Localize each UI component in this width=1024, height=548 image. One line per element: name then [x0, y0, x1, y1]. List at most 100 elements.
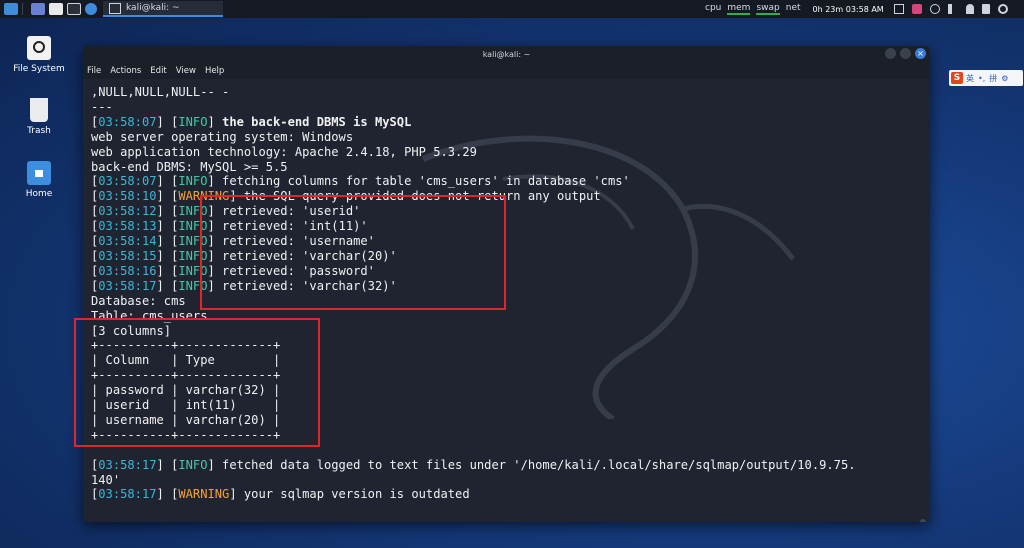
terminal-line: [03:58:17] [INFO] fetched data logged to…: [91, 458, 856, 473]
terminal-text-segment: 03:58:13: [98, 219, 157, 234]
terminal-text-segment: 140': [91, 472, 121, 487]
menu-help[interactable]: Help: [205, 66, 224, 76]
terminal-text-segment: ] [: [156, 248, 179, 263]
terminal-text-segment: Database: cms: [91, 293, 186, 308]
terminal-text-segment: 03:58:17: [98, 457, 157, 472]
power-icon[interactable]: [997, 4, 1008, 14]
terminal-text-segment: ] [: [156, 174, 179, 189]
maximize-button[interactable]: [900, 48, 911, 59]
desktop-icon-file-system[interactable]: File System: [9, 36, 69, 74]
terminal-text-segment: 03:58:17: [98, 487, 157, 502]
terminal-text-segment: ] [: [156, 278, 179, 293]
menu-file[interactable]: File: [87, 66, 101, 76]
ime-pinyin[interactable]: 拼: [989, 73, 997, 84]
drive-icon: [27, 36, 51, 60]
file-manager-icon[interactable]: [49, 3, 63, 15]
ime-settings-icon[interactable]: ⚙: [1001, 74, 1008, 83]
window-title: kali@kali: ~: [482, 49, 531, 59]
desktop-icon-home[interactable]: Home: [9, 161, 69, 199]
sogou-logo-icon: S: [951, 72, 963, 84]
terminal-text-segment: ] fetching columns for table 'cms_users'…: [207, 174, 630, 189]
terminal-text-segment: ]: [207, 114, 223, 129]
terminal-text-segment: ,NULL,NULL,NULL-- -: [91, 85, 230, 99]
close-button[interactable]: ×: [915, 48, 926, 59]
ime-language[interactable]: 英: [966, 73, 974, 84]
taskbar-terminal-task[interactable]: kali@kali: ~: [103, 1, 223, 17]
window-controls: ×: [881, 48, 926, 59]
desktop-icon-label: Home: [25, 189, 53, 199]
desktop-switch-icon[interactable]: [31, 3, 45, 15]
menu-bar: File Actions Edit View Help: [83, 62, 930, 79]
terminal-text-segment: ] [: [156, 263, 179, 278]
scrollbar-thumb[interactable]: [920, 519, 926, 522]
terminal-text-segment: 03:58:10: [98, 189, 157, 204]
terminal-text-segment: ---: [91, 99, 113, 114]
lock-icon[interactable]: [981, 4, 990, 14]
net-monitor[interactable]: net: [786, 3, 801, 15]
terminal-line: web server operating system: Windows: [91, 130, 856, 145]
browser-launcher-icon[interactable]: [85, 3, 97, 15]
window-titlebar[interactable]: kali@kali: ~ ×: [83, 46, 930, 62]
terminal-line: 140': [91, 473, 856, 488]
terminal-text-segment: 03:58:12: [98, 204, 157, 219]
terminal-line: [03:58:07] [INFO] fetching columns for t…: [91, 174, 856, 189]
highlight-box-columns-table: [74, 318, 320, 447]
terminal-line: ,NULL,NULL,NULL-- -: [91, 85, 856, 100]
terminal-line: back-end DBMS: MySQL >= 5.5: [91, 160, 856, 175]
kali-menu-icon[interactable]: [4, 3, 18, 15]
terminal-text-segment: WARNING: [178, 487, 230, 502]
terminal-text-segment: ] fetched data logged to text files unde…: [207, 457, 856, 472]
terminal-icon: [109, 2, 121, 14]
system-monitors: cpu mem swap net 0h 23m 03:58 AM: [705, 0, 1012, 18]
terminal-text-segment: 03:58:15: [98, 248, 157, 263]
clock[interactable]: 0h 23m 03:58 AM: [813, 5, 884, 14]
app-tray-icon[interactable]: [911, 4, 922, 14]
cpu-monitor[interactable]: cpu: [705, 3, 721, 15]
terminal-line: [03:58:17] [WARNING] your sqlmap version…: [91, 487, 856, 502]
terminal-text-segment: the back-end DBMS is MySQL: [222, 114, 412, 129]
menu-view[interactable]: View: [176, 66, 196, 76]
notifications-icon[interactable]: [965, 4, 974, 14]
volume-icon[interactable]: [947, 4, 958, 14]
terminal-text-segment: 03:58:07: [98, 114, 157, 129]
home-folder-icon: [27, 161, 51, 185]
terminal-text-segment: ] [: [156, 204, 179, 219]
task-title: kali@kali: ~: [126, 3, 180, 13]
terminal-text-segment: 03:58:16: [98, 263, 157, 278]
trash-icon: [30, 98, 48, 122]
terminal-text-segment: INFO: [178, 114, 208, 129]
terminal-line: ---: [91, 100, 856, 115]
terminal-text-segment: ] [: [156, 189, 179, 204]
terminal-launcher-icon[interactable]: [67, 3, 81, 15]
menu-edit[interactable]: Edit: [150, 66, 166, 76]
terminal-text-segment: ] [: [156, 234, 179, 249]
terminal-text-segment: 03:58:17: [98, 278, 157, 293]
highlight-box-retrieved: [200, 195, 506, 310]
menu-actions[interactable]: Actions: [110, 66, 141, 76]
screen-icon[interactable]: [893, 4, 904, 14]
terminal-text-segment: INFO: [178, 174, 208, 189]
terminal-line: web application technology: Apache 2.4.1…: [91, 145, 856, 160]
terminal-text-segment: INFO: [178, 457, 208, 472]
terminal-text-segment: ] [: [156, 457, 179, 472]
terminal-text-segment: ] [: [156, 219, 179, 234]
desktop-icon-trash[interactable]: Trash: [9, 98, 69, 136]
mem-monitor[interactable]: mem: [727, 3, 751, 15]
terminal-text-segment: web server operating system: Windows: [91, 129, 354, 144]
desktop-icon-label: File System: [13, 64, 65, 74]
terminal-text-segment: ] [: [156, 487, 179, 502]
desktop-icon-label: Trash: [27, 126, 51, 136]
terminal-text-segment: 03:58:14: [98, 234, 157, 249]
terminal-text-segment: back-end DBMS: MySQL >= 5.5: [91, 159, 288, 174]
input-method-bar[interactable]: S 英 •, 拼 ⚙: [949, 70, 1023, 86]
swap-monitor[interactable]: swap: [756, 3, 781, 15]
terminal-line: [03:58:07] [INFO] the back-end DBMS is M…: [91, 115, 856, 130]
network-icon[interactable]: [929, 4, 940, 14]
terminal-text-segment: 03:58:07: [98, 174, 157, 189]
minimize-button[interactable]: [885, 48, 896, 59]
terminal-text-segment: web application technology: Apache 2.4.1…: [91, 144, 477, 159]
terminal-text-segment: ] [: [156, 114, 179, 129]
terminal-text-segment: ] your sqlmap version is outdated: [229, 487, 470, 502]
ime-punctuation[interactable]: •,: [978, 74, 985, 83]
panel-separator: [22, 3, 23, 15]
